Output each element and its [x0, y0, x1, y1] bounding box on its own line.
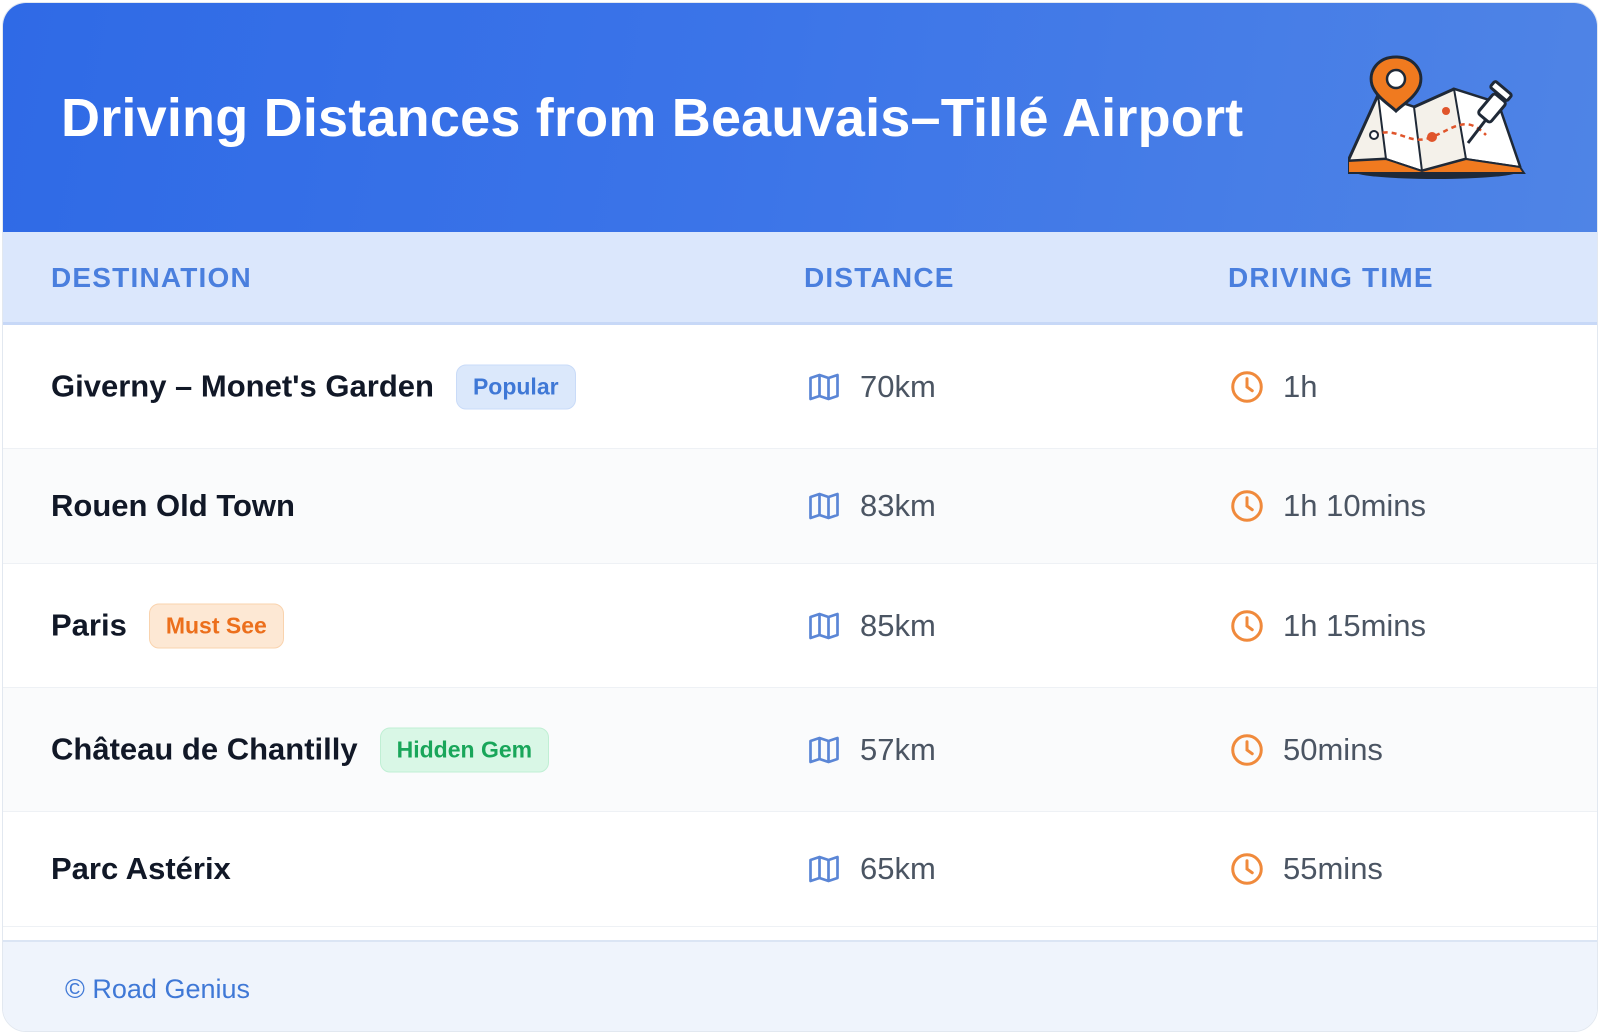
time-cell: 55mins: [1229, 851, 1383, 887]
header-banner: Driving Distances from Beauvais–Tillé Ai…: [3, 3, 1597, 232]
column-header-driving-time[interactable]: DRIVING TIME: [1228, 262, 1434, 294]
column-header-destination[interactable]: DESTINATION: [51, 262, 252, 294]
distance-value: 65km: [860, 851, 936, 886]
destination-cell: Rouen Old Town: [51, 488, 295, 524]
clock-icon: [1229, 488, 1265, 524]
destination-cell: Paris Must See: [51, 603, 284, 648]
footer-credit[interactable]: © Road Genius: [65, 974, 250, 1005]
time-value: 1h: [1283, 368, 1318, 404]
time-cell: 1h 10mins: [1229, 488, 1426, 524]
distance-value: 57km: [860, 731, 936, 767]
map-icon: [806, 608, 842, 644]
clock-icon: [1229, 732, 1265, 768]
table-body: Giverny – Monet's Garden Popular 70km 1h…: [3, 325, 1597, 927]
hidden-gem-badge: Hidden Gem: [379, 727, 550, 772]
destination-cell: Château de Chantilly Hidden Gem: [51, 727, 550, 772]
time-cell: 1h 15mins: [1229, 608, 1426, 644]
destination-cell: Giverny – Monet's Garden Popular: [51, 364, 576, 409]
destination-name: Château de Chantilly: [51, 731, 358, 767]
page-title: Driving Distances from Beauvais–Tillé Ai…: [61, 88, 1244, 148]
clock-icon: [1229, 851, 1265, 887]
map-illustration-icon: [1348, 55, 1526, 179]
distance-cell: 70km: [806, 369, 936, 405]
map-icon: [806, 488, 842, 524]
destination-name: Parc Astérix: [51, 851, 231, 886]
distance-cell: 85km: [806, 608, 936, 644]
table-row: Château de Chantilly Hidden Gem 57km 50m…: [3, 688, 1597, 812]
footer: © Road Genius: [3, 940, 1597, 1031]
column-header-distance[interactable]: DISTANCE: [804, 262, 955, 294]
destination-cell: Parc Astérix: [51, 851, 231, 887]
table-row: Rouen Old Town 83km 1h 10mins: [3, 449, 1597, 564]
time-value: 55mins: [1283, 851, 1383, 886]
destination-name: Rouen Old Town: [51, 488, 295, 523]
table-row: Giverny – Monet's Garden Popular 70km 1h: [3, 325, 1597, 449]
distance-cell: 83km: [806, 488, 936, 524]
map-icon: [806, 369, 842, 405]
map-icon: [806, 851, 842, 887]
popular-badge: Popular: [455, 364, 576, 409]
distance-cell: 57km: [806, 732, 936, 768]
table-row: Parc Astérix 65km 55mins: [3, 812, 1597, 927]
map-icon: [806, 732, 842, 768]
time-value: 1h 10mins: [1283, 488, 1427, 523]
distance-card: Driving Distances from Beauvais–Tillé Ai…: [2, 2, 1598, 1032]
distance-cell: 65km: [806, 851, 936, 887]
destination-name: Giverny – Monet's Garden: [51, 368, 434, 404]
distance-value: 70km: [860, 368, 936, 404]
must-see-badge: Must See: [148, 603, 284, 648]
table-header: DESTINATION DISTANCE DRIVING TIME: [3, 232, 1597, 325]
time-cell: 1h: [1229, 369, 1317, 405]
time-cell: 50mins: [1229, 732, 1383, 768]
table-row: Paris Must See 85km 1h 15mins: [3, 564, 1597, 688]
distance-value: 83km: [860, 488, 936, 523]
clock-icon: [1229, 369, 1265, 405]
time-value: 50mins: [1283, 731, 1383, 767]
destination-name: Paris: [51, 607, 127, 643]
distance-value: 85km: [860, 607, 936, 643]
time-value: 1h 15mins: [1283, 607, 1427, 643]
clock-icon: [1229, 608, 1265, 644]
